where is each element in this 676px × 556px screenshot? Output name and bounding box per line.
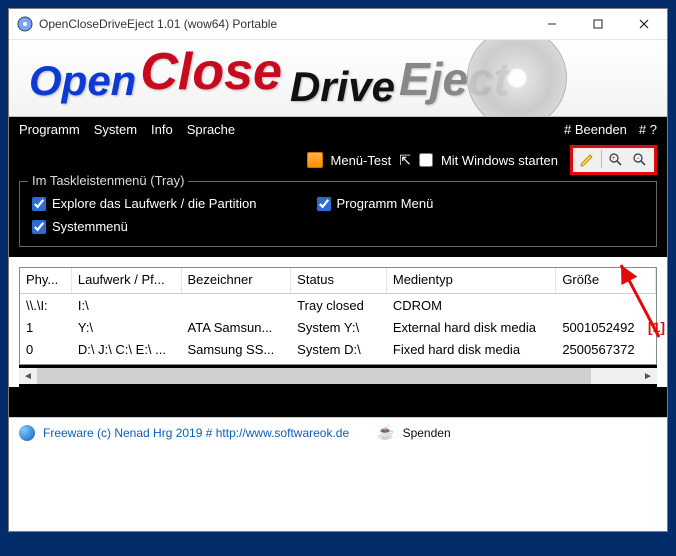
scroll-thumb[interactable] [37,368,591,384]
tray-options-group: Im Taskleistenmenü (Tray) Explore das La… [19,181,657,247]
col-laufwerk[interactable]: Laufwerk / Pf... [72,268,182,293]
banner: Open Close Drive Eject [9,39,667,117]
col-groesse[interactable]: Größe [556,268,656,293]
menu-help[interactable]: # ? [639,122,657,137]
banner-word-open: Open [29,57,136,105]
drive-table: Phy... Laufwerk / Pf... Bezeichner Statu… [19,267,657,365]
menubar: Programm System Info Sprache # Beenden #… [9,117,667,141]
svg-text:−: − [636,156,640,162]
toolbar: Menü-Test ⇱ Mit Windows starten + − [19,145,657,175]
banner-word-drive: Drive [290,63,395,111]
coffee-icon: ☕ [377,424,394,441]
app-icon [17,16,33,32]
systemmenu-checkbox[interactable] [32,220,46,234]
horizontal-scrollbar[interactable]: ◄ ► [19,365,657,387]
titlebar: OpenCloseDriveEject 1.01 (wow64) Portabl… [9,9,667,39]
explore-checkbox[interactable] [32,197,46,211]
autostart-label: Mit Windows starten [441,153,558,168]
col-phy[interactable]: Phy... [20,268,72,293]
annotation-label: [1] [648,319,665,335]
col-medientyp[interactable]: Medientyp [387,268,556,293]
col-status[interactable]: Status [291,268,387,293]
footer: Freeware (c) Nenad Hrg 2019 # http://www… [9,417,667,447]
menu-test-link[interactable]: Menü-Test [331,153,392,168]
pencil-icon[interactable] [577,150,597,170]
zoom-out-icon[interactable]: − [630,150,650,170]
app-window: OpenCloseDriveEject 1.01 (wow64) Portabl… [8,8,668,532]
minimize-button[interactable] [529,9,575,39]
window-title: OpenCloseDriveEject 1.01 (wow64) Portabl… [39,17,529,31]
scroll-right-button[interactable]: ► [639,368,657,384]
col-bezeichner[interactable]: Bezeichner [182,268,292,293]
programmmenu-label: Programm Menü [337,196,434,211]
table-row[interactable]: \\.\I: I:\ Tray closed CDROM [20,296,656,318]
svg-text:+: + [612,156,616,162]
menu-programm[interactable]: Programm [19,122,80,137]
pin-icon[interactable]: ⇱ [399,152,411,169]
folder-icon [307,152,323,168]
explore-label: Explore das Laufwerk / die Partition [52,196,257,211]
menu-beenden[interactable]: # Beenden [564,122,627,137]
autostart-checkbox[interactable] [419,153,433,167]
programmmenu-checkbox[interactable] [317,197,331,211]
table-row[interactable]: 1 Y:\ ATA Samsun... System Y:\ External … [20,318,656,340]
menu-info[interactable]: Info [151,122,173,137]
globe-icon [19,425,35,441]
table-header: Phy... Laufwerk / Pf... Bezeichner Statu… [20,268,656,294]
tray-legend: Im Taskleistenmenü (Tray) [28,173,188,188]
cd-icon [467,39,567,117]
divider [601,150,602,168]
banner-word-close: Close [140,42,282,102]
systemmenu-label: Systemmenü [52,219,128,234]
spenden-link[interactable]: Spenden [403,426,451,440]
menu-sprache[interactable]: Sprache [187,122,235,137]
freeware-link[interactable]: Freeware (c) Nenad Hrg 2019 # http://www… [43,426,349,440]
scroll-left-button[interactable]: ◄ [19,368,37,384]
table-row[interactable]: 0 D:\ J:\ C:\ E:\ ... Samsung SS... Syst… [20,340,656,362]
menu-system[interactable]: System [94,122,137,137]
maximize-button[interactable] [575,9,621,39]
highlighted-icon-group: + − [570,145,657,175]
close-button[interactable] [621,9,667,39]
zoom-in-icon[interactable]: + [606,150,626,170]
